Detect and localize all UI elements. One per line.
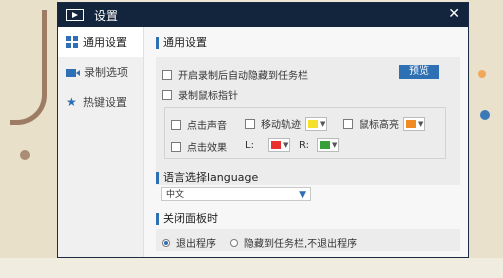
color-swatch xyxy=(308,119,318,128)
chevron-down-icon: ▼ xyxy=(299,190,306,200)
grid-icon xyxy=(66,36,78,48)
background-decoration xyxy=(478,70,486,78)
auto-hide-label: 开启录制后自动隐藏到任务栏 xyxy=(178,71,308,82)
chevron-down-icon: ▼ xyxy=(332,141,338,149)
mouse-highlight-color-picker[interactable]: ▼ xyxy=(403,116,426,131)
background-bottom xyxy=(0,258,503,278)
hide-to-taskbar-label: 隐藏到任务栏,不退出程序 xyxy=(244,239,358,250)
left-click-color-picker[interactable]: ▼ xyxy=(267,138,291,152)
cursor-options-panel: 点击声音 移动轨迹 ▼ 鼠标高亮 ▼ 点击效果 L: ▼ R: ▼ xyxy=(164,107,446,159)
mouse-highlight-checkbox[interactable] xyxy=(343,118,353,129)
record-cursor-option[interactable]: 录制鼠标指针 xyxy=(162,87,238,102)
color-swatch xyxy=(406,119,416,128)
section-title-close-panel: 关闭面板时 xyxy=(156,213,218,225)
background-decoration xyxy=(480,110,490,120)
sidebar-item-general[interactable]: 通用设置 xyxy=(58,27,143,57)
exit-program-radio[interactable] xyxy=(162,238,170,247)
move-trail-option[interactable]: 移动轨迹 ▼ xyxy=(245,116,328,131)
section-title-language: 语言选择language xyxy=(156,172,258,184)
move-trail-color-picker[interactable]: ▼ xyxy=(305,116,328,131)
sidebar-item-label: 热键设置 xyxy=(83,96,127,109)
exit-program-option[interactable]: 退出程序 xyxy=(162,235,216,250)
language-select[interactable]: 中文 ▼ xyxy=(161,187,311,201)
left-click-color: L: ▼ xyxy=(245,138,291,152)
click-sound-label: 点击声音 xyxy=(187,121,227,132)
star-icon: ★ xyxy=(66,95,77,109)
l-label: L: xyxy=(245,139,254,151)
right-click-color-picker[interactable]: ▼ xyxy=(317,138,340,152)
chevron-down-icon: ▼ xyxy=(418,119,424,128)
settings-dialog: 设置 ✕ 通用设置 录制选项 ★ 热键设置 通用设置 开启录制后自动隐藏到任务栏… xyxy=(57,2,469,258)
move-trail-label: 移动轨迹 xyxy=(261,120,301,131)
move-trail-checkbox[interactable] xyxy=(245,118,255,129)
sidebar-item-label: 通用设置 xyxy=(83,36,127,49)
sidebar-item-label: 录制选项 xyxy=(84,66,128,79)
language-value: 中文 xyxy=(166,190,185,200)
auto-hide-option[interactable]: 开启录制后自动隐藏到任务栏 xyxy=(162,67,308,82)
preview-button[interactable]: 预览 xyxy=(399,65,439,79)
sidebar: 通用设置 录制选项 ★ 热键设置 xyxy=(58,27,144,257)
chevron-down-icon: ▼ xyxy=(320,119,326,128)
color-swatch xyxy=(270,141,281,149)
sidebar-item-recording[interactable]: 录制选项 xyxy=(58,57,143,87)
record-cursor-label: 录制鼠标指针 xyxy=(178,91,238,102)
background-decoration xyxy=(10,10,47,125)
mouse-highlight-label: 鼠标高亮 xyxy=(359,120,399,131)
window-title: 设置 xyxy=(94,8,119,23)
color-swatch xyxy=(320,141,331,149)
background-decoration xyxy=(20,150,30,160)
close-icon[interactable]: ✕ xyxy=(448,6,460,22)
click-effect-option[interactable]: 点击效果 xyxy=(171,139,227,154)
click-effect-checkbox[interactable] xyxy=(171,141,181,152)
click-effect-label: 点击效果 xyxy=(187,143,227,154)
chevron-down-icon: ▼ xyxy=(282,141,289,149)
hide-to-taskbar-radio[interactable] xyxy=(230,238,238,247)
auto-hide-checkbox[interactable] xyxy=(162,69,172,80)
sidebar-item-hotkeys[interactable]: ★ 热键设置 xyxy=(58,87,143,117)
hide-to-taskbar-option[interactable]: 隐藏到任务栏,不退出程序 xyxy=(230,235,357,250)
camera-icon xyxy=(66,69,80,77)
section-title-general: 通用设置 xyxy=(156,37,207,49)
mouse-highlight-option[interactable]: 鼠标高亮 ▼ xyxy=(343,116,426,131)
exit-program-label: 退出程序 xyxy=(176,239,216,250)
right-click-color: R: ▼ xyxy=(299,138,340,152)
video-logo-icon xyxy=(66,9,84,21)
background-right xyxy=(467,0,503,278)
click-sound-option[interactable]: 点击声音 xyxy=(171,117,227,132)
r-label: R: xyxy=(299,139,310,151)
click-sound-checkbox[interactable] xyxy=(171,119,181,130)
record-cursor-checkbox[interactable] xyxy=(162,89,172,100)
title-bar[interactable]: 设置 ✕ xyxy=(58,3,468,27)
